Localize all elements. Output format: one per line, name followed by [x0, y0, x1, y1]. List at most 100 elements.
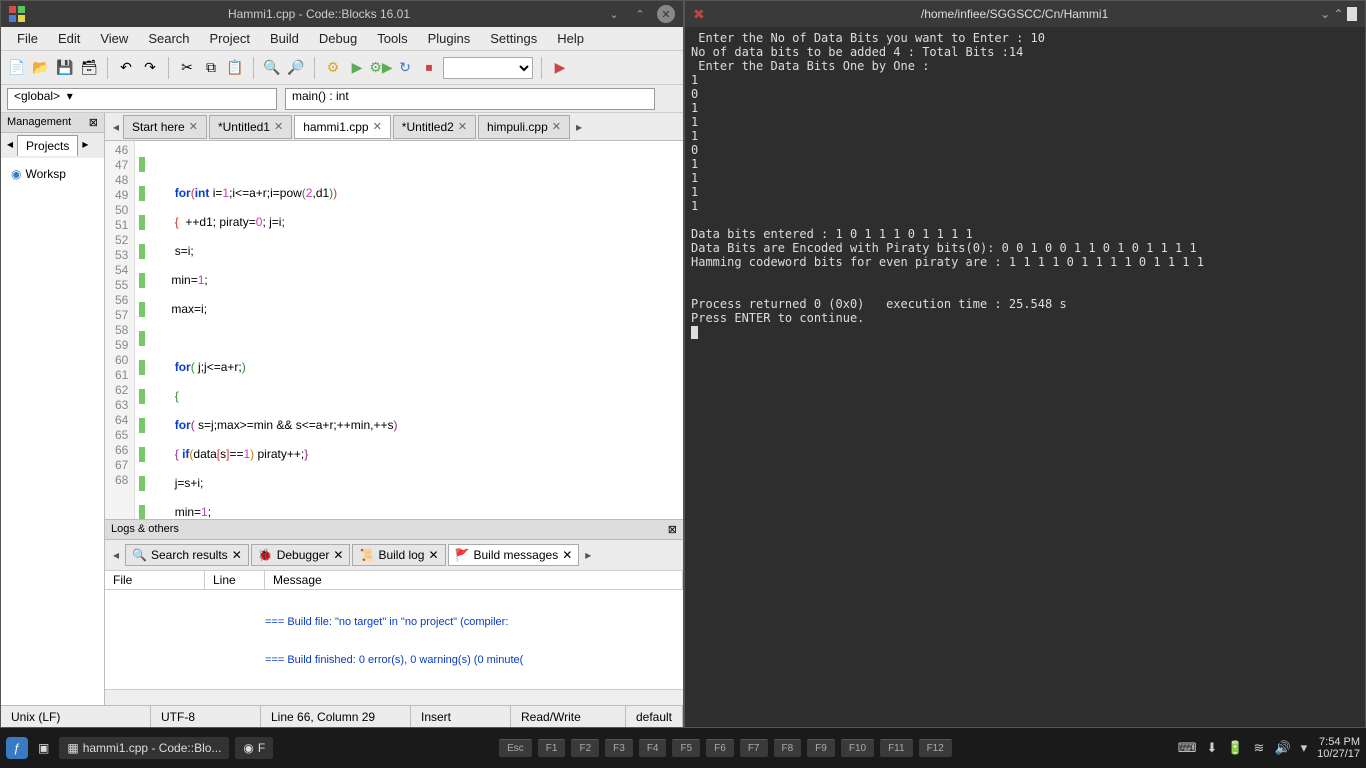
target-select[interactable] [443, 57, 533, 79]
close-button[interactable]: ✕ [657, 5, 675, 23]
term-titlebar[interactable]: ✖ /home/infiee/SGGSCC/Cn/Hammi1 ⌄ ⌃ ✕ [685, 1, 1365, 27]
menu-tools[interactable]: Tools [367, 28, 417, 49]
function-combo[interactable]: main() : int [285, 88, 655, 110]
fn-key-F4[interactable]: F4 [639, 739, 667, 757]
tab-scroll-right[interactable]: ▸ [572, 120, 586, 134]
tree-workspace[interactable]: ◉Worksp [7, 164, 98, 184]
log-tab-debugger[interactable]: 🐞Debugger✕ [251, 544, 351, 566]
taskbar-item-codeblocks[interactable]: ▦hammi1.cpp - Code::Blo... [59, 737, 229, 759]
project-tree[interactable]: ◉Worksp [1, 158, 104, 705]
replace-icon[interactable]: 🔎 [286, 58, 306, 78]
log-tab-right[interactable]: ▸ [581, 548, 595, 562]
tab-scroll-left[interactable]: ◂ [109, 120, 123, 134]
log-tab-left[interactable]: ◂ [109, 548, 123, 562]
menu-build[interactable]: Build [260, 28, 309, 49]
menu-debug[interactable]: Debug [309, 28, 367, 49]
fn-key-Esc[interactable]: Esc [499, 739, 532, 757]
status-bar: Unix (LF) UTF-8 Line 66, Column 29 Inser… [1, 705, 683, 727]
build-run-icon[interactable]: ⚙▶ [371, 58, 391, 78]
menu-view[interactable]: View [90, 28, 138, 49]
menu-help[interactable]: Help [547, 28, 594, 49]
menu-edit[interactable]: Edit [48, 28, 90, 49]
fn-key-F8[interactable]: F8 [774, 739, 802, 757]
tab-untitled1[interactable]: *Untitled1✕ [209, 115, 292, 139]
log-col-file[interactable]: File [105, 571, 205, 589]
battery-icon[interactable]: 🔋 [1227, 740, 1243, 756]
new-file-icon[interactable]: 📄 [7, 58, 27, 78]
fn-key-row: Esc F1 F2 F3 F4 F5 F6 F7 F8 F9 F10 F11 F12 [273, 739, 1177, 757]
terminal-output[interactable]: Enter the No of Data Bits you want to En… [685, 27, 1365, 727]
close-tab-icon[interactable]: ✕ [373, 120, 382, 133]
save-icon[interactable]: 💾 [55, 58, 75, 78]
fn-key-F9[interactable]: F9 [807, 739, 835, 757]
save-all-icon[interactable]: 🗃 [79, 58, 99, 78]
log-body[interactable]: === Build file: "no target" in "no proje… [105, 590, 683, 689]
fn-key-F12[interactable]: F12 [919, 739, 952, 757]
projects-tab[interactable]: Projects [17, 135, 78, 156]
log-tab-buildlog[interactable]: 📜Build log✕ [352, 544, 445, 566]
code-content[interactable]: for(int i=1;i<=a+r;i=pow(2,d1)) { ++d1; … [135, 141, 477, 519]
log-tab-search[interactable]: 🔍Search results✕ [125, 544, 249, 566]
find-icon[interactable]: 🔍 [262, 58, 282, 78]
activities-button[interactable]: ƒ [6, 737, 28, 759]
taskbar-item-chrome[interactable]: ◉F [235, 737, 273, 759]
fn-key-F2[interactable]: F2 [571, 739, 599, 757]
tab-untitled2[interactable]: *Untitled2✕ [393, 115, 476, 139]
minimize-button[interactable]: ⌄ [605, 5, 623, 23]
undo-icon[interactable]: ↶ [116, 58, 136, 78]
paste-icon[interactable]: 📋 [225, 58, 245, 78]
cb-title: Hammi1.cpp - Code::Blocks 16.01 [33, 7, 605, 21]
tab-hammi1[interactable]: hammi1.cpp✕ [294, 115, 391, 139]
horizontal-scrollbar[interactable] [105, 689, 683, 705]
close-logs-icon[interactable]: ⊠ [668, 523, 677, 536]
abort-icon[interactable]: ⏹ [419, 58, 439, 78]
tab-nav-left[interactable]: ◂ [3, 135, 17, 156]
cut-icon[interactable]: ✂ [177, 58, 197, 78]
menu-settings[interactable]: Settings [480, 28, 547, 49]
fn-key-F6[interactable]: F6 [706, 739, 734, 757]
open-icon[interactable]: 📂 [31, 58, 51, 78]
close-tab-icon[interactable]: ✕ [274, 120, 283, 133]
menu-caret-icon[interactable]: ▾ [1301, 740, 1308, 756]
fn-key-F7[interactable]: F7 [740, 739, 768, 757]
debug-icon[interactable]: ▶ [550, 58, 570, 78]
terminal-launcher-icon[interactable]: ▣ [34, 737, 53, 759]
fn-key-F1[interactable]: F1 [538, 739, 566, 757]
keyboard-icon[interactable]: ⌨ [1178, 740, 1197, 756]
download-icon[interactable]: ⬇ [1206, 740, 1217, 756]
menu-file[interactable]: File [7, 28, 48, 49]
clock[interactable]: 7:54 PM 10/27/17 [1317, 736, 1360, 760]
run-icon[interactable]: ▶ [347, 58, 367, 78]
menu-search[interactable]: Search [138, 28, 199, 49]
code-editor[interactable]: 4647484950515253545556575859606162636465… [105, 141, 683, 519]
cb-titlebar[interactable]: Hammi1.cpp - Code::Blocks 16.01 ⌄ ⌃ ✕ [1, 1, 683, 27]
fn-key-F10[interactable]: F10 [841, 739, 874, 757]
menu-plugins[interactable]: Plugins [418, 28, 481, 49]
maximize-button[interactable]: ⌃ [631, 5, 649, 23]
close-button[interactable]: ✕ [1347, 7, 1357, 21]
fn-key-F5[interactable]: F5 [672, 739, 700, 757]
tab-start-here[interactable]: Start here✕ [123, 115, 207, 139]
volume-icon[interactable]: 🔊 [1274, 740, 1290, 756]
log-tab-buildmsg[interactable]: 🚩Build messages✕ [448, 544, 580, 566]
redo-icon[interactable]: ↷ [140, 58, 160, 78]
network-icon[interactable]: ≋ [1254, 740, 1265, 756]
rebuild-icon[interactable]: ↻ [395, 58, 415, 78]
fn-key-F11[interactable]: F11 [880, 739, 913, 757]
close-tab-icon[interactable]: ✕ [189, 120, 198, 133]
log-col-line[interactable]: Line [205, 571, 265, 589]
log-col-msg[interactable]: Message [265, 571, 683, 589]
scope-combo[interactable]: <global> ▾ [7, 88, 277, 110]
close-panel-icon[interactable]: ⊠ [89, 116, 98, 129]
tab-nav-right[interactable]: ▸ [78, 135, 92, 156]
codeblocks-icon [9, 6, 25, 22]
maximize-button[interactable]: ⌃ [1334, 7, 1344, 21]
minimize-button[interactable]: ⌄ [1320, 7, 1330, 21]
build-icon[interactable]: ⚙ [323, 58, 343, 78]
menu-project[interactable]: Project [200, 28, 260, 49]
close-tab-icon[interactable]: ✕ [552, 120, 561, 133]
copy-icon[interactable]: ⧉ [201, 58, 221, 78]
tab-himpuli[interactable]: himpuli.cpp✕ [478, 115, 570, 139]
close-tab-icon[interactable]: ✕ [458, 120, 467, 133]
fn-key-F3[interactable]: F3 [605, 739, 633, 757]
